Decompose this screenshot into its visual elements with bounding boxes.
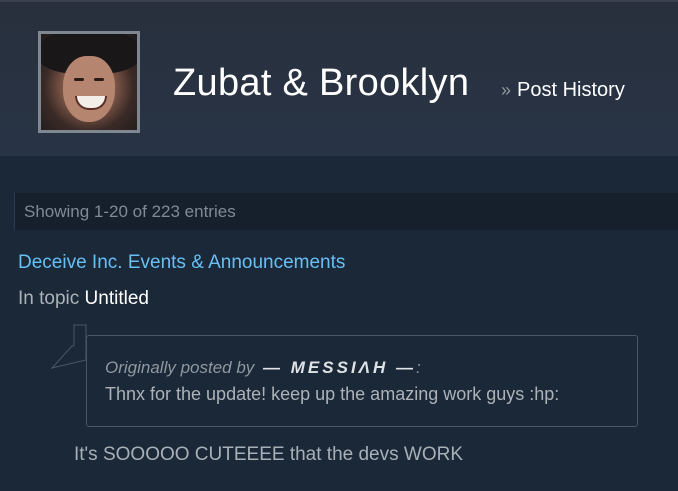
breadcrumb: » Post History [501,79,625,102]
topic-line: In topic Untitled [18,288,149,310]
page-title: Post History [517,79,625,101]
topic-title-link[interactable]: Untitled [85,288,149,309]
breadcrumb-separator: » [501,80,512,100]
post-history-page: Zubat & Brooklyn » Post History Showing 1… [0,0,678,491]
quote-author: — MESSIΛH — [263,358,417,377]
quote-attribution: Originally posted by — MESSIΛH —: [105,358,421,378]
quote-block: Originally posted by — MESSIΛH —: Thnx f… [86,335,638,427]
post-body: It's SOOOOO CUTEEEE that the devs WORK [74,444,464,465]
entries-bar: Showing 1-20 of 223 entries [14,193,678,230]
quote-text: Thnx for the update! keep up the amazing… [105,384,560,404]
avatar-image [41,34,137,130]
avatar[interactable] [38,31,140,133]
forum-link[interactable]: Deceive Inc. Events & Announcements [18,252,345,274]
profile-name[interactable]: Zubat & Brooklyn [173,62,469,105]
quote-colon: : [416,358,421,377]
speech-bubble-tail-icon [50,324,87,369]
entries-count: Showing 1-20 of 223 entries [24,202,236,221]
topic-prefix: In topic [18,288,80,309]
profile-header: Zubat & Brooklyn » Post History [0,0,678,156]
quote-label: Originally posted by [105,358,255,377]
